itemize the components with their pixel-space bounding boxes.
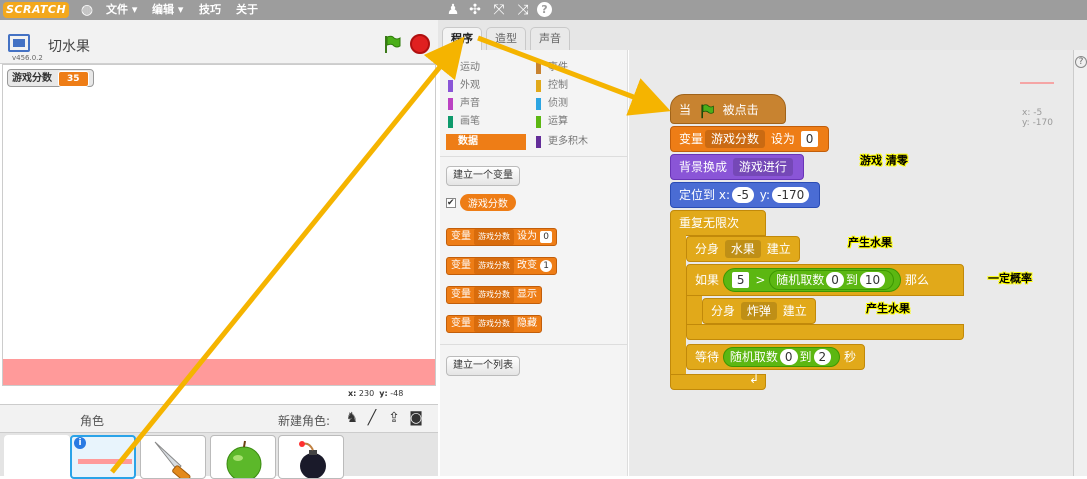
category-motion[interactable]: 运动 (446, 60, 480, 76)
sprite-thumb-apple[interactable] (210, 435, 276, 479)
sprite-thumb-selected[interactable]: i (70, 435, 136, 479)
paint-icon[interactable]: ╱ (364, 410, 380, 426)
globe-icon[interactable]: ◍ (78, 1, 96, 19)
sprite-thumb-bomb[interactable] (278, 435, 344, 479)
sprite-library-icon[interactable]: ♞ (344, 410, 360, 426)
tab-costumes[interactable]: 造型 (486, 27, 526, 50)
category-sound[interactable]: 声音 (446, 96, 480, 112)
palette-block-set-var[interactable]: 变量 游戏分数 设为 0 (446, 228, 557, 246)
sprite-pane: 角色 新建角色: ♞ ╱ ⇪ ◙ i (0, 404, 438, 479)
variable-monitor[interactable]: 游戏分数 35 (7, 69, 94, 87)
bomb-icon (299, 441, 326, 478)
operator-random-wait[interactable]: 随机取数 0 到 2 (722, 347, 841, 367)
category-pen[interactable]: 画笔 (446, 114, 480, 130)
operator-greater-than[interactable]: 5 > 随机取数 0 到 10 (722, 268, 902, 292)
sprite-position-readout: x: -5 y: -170 (1022, 108, 1053, 128)
new-sprite-label: 新建角色: (278, 414, 331, 428)
loop-arrow-icon: ↲ (748, 372, 759, 386)
editor-tabs: 程序 造型 声音 (438, 20, 1087, 51)
green-flag-icon[interactable] (382, 34, 402, 54)
version-label: v456.0.2 (12, 54, 43, 62)
duplicate-stamp-icon[interactable]: ♟ (444, 1, 462, 19)
help-icon[interactable]: ? (537, 2, 552, 17)
annotation-spawn-fruit: 产生水果 (848, 236, 892, 249)
category-events[interactable]: 事件 (534, 60, 568, 76)
block-create-clone-fruit[interactable]: 分身 水果 建立 (686, 236, 800, 262)
stage-ground-bar (3, 359, 435, 385)
tab-scripts[interactable]: 程序 (442, 27, 482, 51)
category-looks[interactable]: 外观 (446, 78, 480, 94)
cut-icon[interactable]: ✣ (466, 1, 484, 19)
info-icon[interactable]: i (74, 437, 86, 449)
fullscreen-button[interactable] (8, 34, 30, 52)
menu-file[interactable]: 文件 ▾ (106, 0, 137, 20)
green-flag-icon (701, 103, 714, 118)
scratch-logo[interactable]: SCRATCH (3, 2, 70, 18)
sprite-preview (1020, 82, 1054, 84)
category-more-blocks[interactable]: 更多积木 (534, 134, 588, 150)
checkbox-icon[interactable]: ✔ (446, 197, 456, 208)
annotation-reset: 游戏 清零 (860, 154, 908, 167)
sprite-bar-image (78, 459, 132, 464)
make-list-button[interactable]: 建立一个列表 (446, 356, 520, 376)
if-arm (686, 296, 702, 326)
stop-button[interactable] (410, 34, 430, 54)
forever-bottom: ↲ (670, 372, 766, 390)
tab-sounds[interactable]: 声音 (530, 27, 570, 50)
category-sensing[interactable]: 侦测 (534, 96, 568, 112)
sprites-label: 角色 (80, 414, 105, 428)
category-data[interactable]: 数据 (446, 134, 526, 150)
upload-icon[interactable]: ⇪ (386, 410, 402, 426)
block-forever[interactable]: 重复无限次 (670, 210, 766, 236)
palette-block-hide-var[interactable]: 变量 游戏分数 隐藏 (446, 315, 542, 333)
variable-checkbox-row[interactable]: ✔ 游戏分数 (446, 194, 516, 212)
grow-icon[interactable]: ⤧ (490, 1, 508, 19)
palette-divider-2 (440, 344, 628, 345)
palette-block-change-var[interactable]: 变量 游戏分数 改变 1 (446, 257, 557, 275)
mouse-coordinates: x: 230 y: -48 (348, 389, 404, 398)
camera-icon[interactable]: ◙ (408, 410, 424, 426)
block-go-to-xy[interactable]: 定位到 x: -5 y: -170 (670, 182, 821, 208)
variable-monitor-value: 35 (58, 71, 89, 87)
block-if[interactable]: 如果 5 > 随机取数 0 到 10 那么 (686, 264, 964, 296)
palette-block-show-var[interactable]: 变量 游戏分数 显示 (446, 286, 542, 304)
sprite-thumb-knife[interactable] (140, 435, 206, 479)
forever-arm (670, 234, 686, 376)
project-title[interactable]: 切水果 (48, 36, 90, 56)
sprite-pane-header: 角色 新建角色: ♞ ╱ ⇪ ◙ (0, 405, 438, 433)
category-control[interactable]: 控制 (534, 78, 568, 94)
shrink-icon[interactable]: ⤨ (514, 1, 532, 19)
category-operators[interactable]: 运算 (534, 114, 568, 130)
menu-bar: SCRATCH ◍ 文件 ▾ 编辑 ▾ 技巧 关于 ♟ ✣ ⤧ ⤨ ? (0, 0, 1087, 20)
apple-icon (226, 440, 262, 478)
script-area-scrollbar[interactable]: ? (1073, 50, 1087, 476)
stage-header: 切水果 v456.0.2 (0, 20, 438, 64)
block-palette: 运动 外观 声音 画笔 数据 事件 控制 侦测 运算 更多积木 建立一个变量 ✔… (440, 50, 628, 476)
menu-tips[interactable]: 技巧 (199, 0, 221, 20)
operator-random[interactable]: 随机取数 0 到 10 (769, 270, 895, 290)
help-icon[interactable]: ? (1075, 56, 1087, 68)
stage[interactable]: 游戏分数 35 (2, 64, 436, 386)
block-wait[interactable]: 等待 随机取数 0 到 2 秒 (686, 344, 865, 370)
annotation-probability: 一定概率 (988, 272, 1032, 285)
if-bottom (686, 324, 964, 340)
knife-icon (154, 441, 191, 478)
variable-monitor-name: 游戏分数 (12, 73, 52, 84)
menu-edit[interactable]: 编辑 ▾ (152, 0, 183, 20)
block-switch-backdrop[interactable]: 背景换成 游戏进行 (670, 154, 804, 180)
palette-divider (440, 156, 628, 157)
block-create-clone-bomb[interactable]: 分身 炸弹 建立 (702, 298, 816, 324)
make-variable-button[interactable]: 建立一个变量 (446, 166, 520, 186)
block-set-variable[interactable]: 变量 游戏分数 设为 0 (670, 126, 830, 152)
sprite-thumb-stage[interactable] (4, 435, 70, 479)
menu-about[interactable]: 关于 (236, 0, 258, 20)
hat-block-when-flag-clicked[interactable]: 当 被点击 (670, 94, 786, 124)
variable-reporter[interactable]: 游戏分数 (459, 194, 516, 211)
annotation-spawn-fruit-2: 产生水果 (866, 302, 910, 315)
